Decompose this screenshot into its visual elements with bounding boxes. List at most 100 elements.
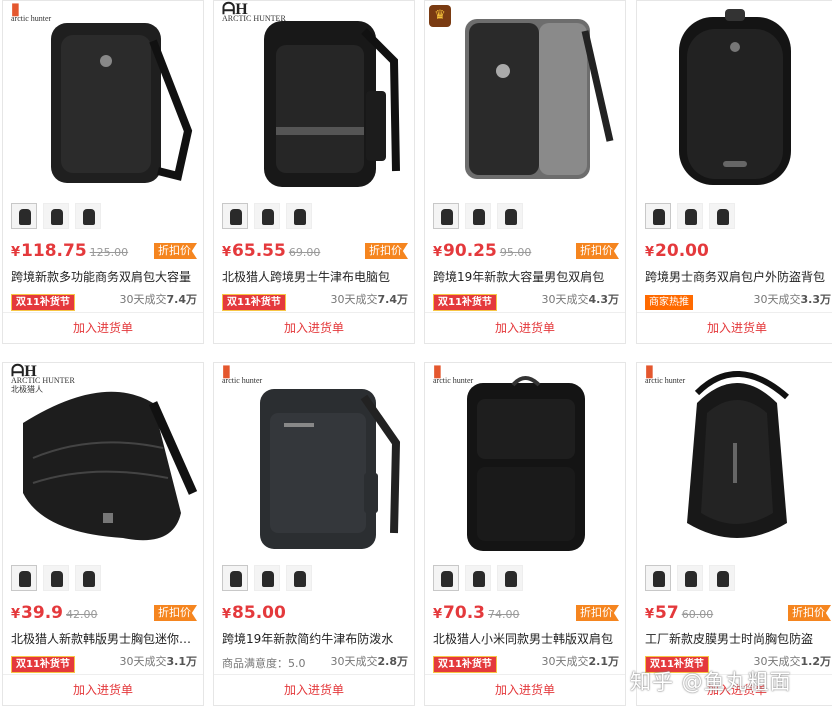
currency-symbol: ¥ — [222, 245, 232, 260]
product-card[interactable]: ▮ arctic hunter ¥85.00 跨境19年新款简约牛津布防泼水 商品满意度… — [213, 362, 415, 706]
badge-row: 双11补货节 30天成交7.4万 — [222, 290, 409, 311]
price: ¥118.75 — [11, 241, 87, 261]
add-to-cart-button[interactable]: 加入进货单 — [3, 312, 203, 343]
product-title[interactable]: 跨境男士商务双肩包户外防盗背包 — [645, 268, 831, 285]
thumbnail[interactable] — [43, 565, 69, 591]
sales-count: 30天成交7.4万 — [331, 291, 409, 307]
thumbnail[interactable] — [286, 565, 312, 591]
price-value: 20.00 — [655, 241, 709, 261]
sales-count: 30天成交3.3万 — [754, 291, 832, 307]
thumbnail[interactable] — [254, 565, 280, 591]
sales-count: 30天成交2.8万 — [331, 653, 409, 669]
product-image[interactable]: ▮ arctic hunter — [3, 1, 203, 197]
thumbnail[interactable] — [433, 565, 459, 591]
hot-badge: 商家热推 — [645, 295, 693, 310]
brand-mark-icon: ▮ — [222, 363, 231, 380]
product-image[interactable]: ᗩH ARCTIC HUNTER 北极猎人 — [3, 363, 203, 559]
brand-logo: ᗩH ARCTIC HUNTER 北极猎人 — [11, 363, 75, 395]
sales-value: 2.8万 — [377, 655, 409, 668]
thumbnail[interactable] — [645, 565, 671, 591]
promo-badge: 双11补货节 — [11, 294, 75, 311]
price-row: ¥70.3 74.00 — [433, 603, 520, 627]
thumbnail[interactable] — [286, 203, 312, 229]
add-to-cart-button[interactable]: 加入进货单 — [425, 674, 625, 705]
original-price: 125.00 — [89, 246, 129, 259]
product-image[interactable]: ▮ arctic hunter — [214, 363, 414, 559]
badge-row: 双11补货节 30天成交3.1万 — [11, 652, 197, 673]
promo-badge: 双11补货节 — [433, 294, 497, 311]
price-value: 57 — [655, 603, 679, 623]
thumbnail[interactable] — [709, 203, 735, 229]
add-to-cart-button[interactable]: 加入进货单 — [214, 312, 414, 343]
add-to-cart-button[interactable]: 加入进货单 — [637, 312, 832, 343]
sales-label: 30天成交 — [119, 655, 167, 668]
price-row: ¥90.25 95.00 — [433, 241, 531, 265]
price: ¥39.9 — [11, 603, 63, 623]
thumbnail[interactable] — [677, 565, 703, 591]
thumbnail[interactable] — [433, 203, 459, 229]
thumbnail[interactable] — [497, 565, 523, 591]
thumbnail[interactable] — [75, 565, 101, 591]
brand-mark-icon: ᗩH — [11, 363, 37, 380]
product-card[interactable]: ▮ arctic hunter ¥118.75 125.00 折扣价 跨境新款多功能商务双… — [2, 0, 204, 344]
sales-label: 30天成交 — [541, 293, 589, 306]
sales-value: 7.4万 — [377, 293, 409, 306]
product-title[interactable]: 北极猎人小米同款男士韩版双肩包 — [433, 630, 619, 647]
discount-tag: 折扣价 — [365, 243, 408, 259]
product-title[interactable]: 北极猎人新款韩版男士胸包迷你斜挎 — [11, 630, 197, 647]
thumbnail[interactable] — [645, 203, 671, 229]
thumbnail[interactable] — [222, 565, 248, 591]
badge-row: 双11补货节 30天成交2.1万 — [433, 652, 619, 673]
product-title[interactable]: 跨境新款多功能商务双肩包大容量 — [11, 268, 197, 285]
sales-label: 30天成交 — [541, 655, 589, 668]
sales-count: 30天成交4.3万 — [542, 291, 620, 307]
product-title[interactable]: 北极猎人跨境男士牛津布电脑包 — [222, 268, 408, 285]
brand-name: ARCTIC HUNTER — [222, 14, 286, 23]
brand-logo: ▮ arctic hunter — [433, 364, 473, 386]
thumbnail[interactable] — [497, 203, 523, 229]
promo-badge: 双11补货节 — [222, 294, 286, 311]
product-title[interactable]: 工厂新款皮膜男士时尚胸包防盗 — [645, 630, 831, 647]
sales-count: 30天成交7.4万 — [120, 291, 198, 307]
thumbnail[interactable] — [11, 565, 37, 591]
thumbnail[interactable] — [677, 203, 703, 229]
currency-symbol: ¥ — [645, 245, 655, 260]
product-card[interactable]: ▮ arctic hunter ¥70.3 74.00 折扣价 北极猎人小米同款男士韩版双… — [424, 362, 626, 706]
price-row: ¥20.00 — [645, 241, 709, 265]
price: ¥90.25 — [433, 241, 497, 261]
product-image[interactable]: ᗩH ARCTIC HUNTER — [214, 1, 414, 197]
product-card[interactable]: ♛ ¥90.25 95.00 折扣价 跨境19年新款大容量男包双肩包 双11补货节 30天成… — [424, 0, 626, 344]
add-to-cart-button[interactable]: 加入进货单 — [425, 312, 625, 343]
thumbnail[interactable] — [11, 203, 37, 229]
product-image[interactable]: ♛ — [425, 1, 625, 197]
thumbnail[interactable] — [709, 565, 735, 591]
product-image[interactable] — [637, 1, 832, 197]
product-image[interactable]: ▮ arctic hunter — [637, 363, 832, 559]
thumbnail[interactable] — [75, 203, 101, 229]
price: ¥85.00 — [222, 603, 286, 623]
product-image[interactable]: ▮ arctic hunter — [425, 363, 625, 559]
product-card[interactable]: ᗩH ARCTIC HUNTER ¥65.55 69.00 折扣价北极猎人跨境男士牛津布… — [213, 0, 415, 344]
add-to-cart-button[interactable]: 加入进货单 — [3, 674, 203, 705]
product-title[interactable]: 跨境19年新款大容量男包双肩包 — [433, 268, 619, 285]
product-card[interactable]: ¥20.00 跨境男士商务双肩包户外防盗背包 商家热推 30天成交3.3万加入进货单 — [636, 0, 832, 344]
thumbnail[interactable] — [465, 565, 491, 591]
price-row: ¥57 60.00 — [645, 603, 713, 627]
price: ¥65.55 — [222, 241, 286, 261]
thumbnail[interactable] — [254, 203, 280, 229]
price: ¥57 — [645, 603, 679, 623]
currency-symbol: ¥ — [11, 607, 21, 622]
brand-name: ARCTIC HUNTER — [11, 376, 75, 385]
product-card[interactable]: ᗩH ARCTIC HUNTER 北极猎人 ¥39.9 42.00 折扣价 北极猎人新款韩版… — [2, 362, 204, 706]
product-card[interactable]: ▮ arctic hunter ¥57 60.00 折扣价 工厂新款皮膜男士时尚胸包防盗双… — [636, 362, 832, 706]
add-to-cart-button[interactable]: 加入进货单 — [214, 674, 414, 705]
thumbnail[interactable] — [43, 203, 69, 229]
brand-logo: ▮ arctic hunter — [11, 2, 51, 24]
sales-value: 4.3万 — [588, 293, 620, 306]
original-price: 69.00 — [288, 246, 321, 259]
brand-name: arctic hunter — [222, 376, 263, 385]
thumbnail[interactable] — [465, 203, 491, 229]
sales-value: 7.4万 — [166, 293, 198, 306]
thumbnail[interactable] — [222, 203, 248, 229]
product-title[interactable]: 跨境19年新款简约牛津布防泼水 — [222, 630, 408, 647]
